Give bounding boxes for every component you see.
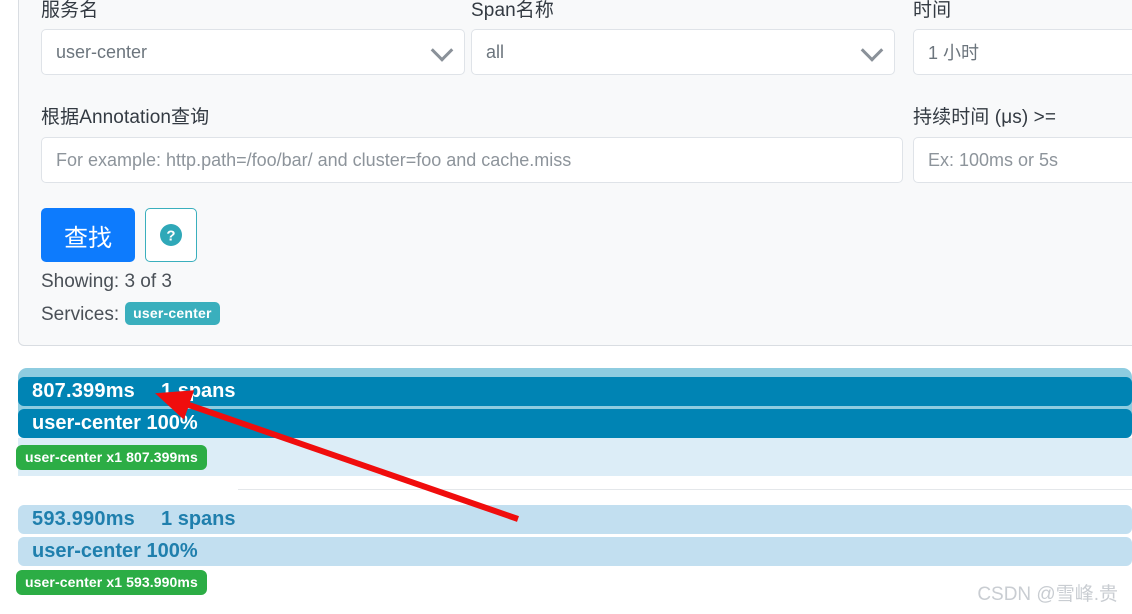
trace-summary-band[interactable]: 593.990ms 1 spans xyxy=(18,505,1132,534)
trace-duration: 593.990ms xyxy=(32,508,136,530)
results-divider xyxy=(238,489,1132,490)
trace-span-count: 1 spans xyxy=(161,508,236,530)
time-range-label: 时间 xyxy=(913,0,952,21)
trace-duration: 807.399ms xyxy=(32,380,136,402)
min-duration-placeholder: Ex: 100ms or 5s xyxy=(928,149,1059,170)
span-name-select[interactable]: all xyxy=(471,29,895,75)
trace-service-band[interactable]: user-center 100% xyxy=(18,409,1132,438)
trace-service-band[interactable]: user-center 100% xyxy=(18,537,1132,566)
trace-span-count: 1 spans xyxy=(161,380,236,402)
annotation-query-input[interactable]: For example: http.path=/foo/bar/ and clu… xyxy=(41,137,903,183)
search-button[interactable]: 查找 xyxy=(41,208,135,262)
showing-count: Showing: 3 of 3 xyxy=(41,271,172,292)
svg-text:?: ? xyxy=(166,228,175,245)
watermark: CSDN @雪峰.贵 xyxy=(977,584,1118,605)
service-badge[interactable]: user-center xyxy=(125,302,220,325)
annotation-query-label: 根据Annotation查询 xyxy=(41,107,210,128)
search-panel: 服务名 user-center Span名称 all 时间 1 小时 根据Ann… xyxy=(18,0,1132,346)
span-name-label: Span名称 xyxy=(471,0,554,21)
question-circle-icon: ? xyxy=(160,224,182,246)
chevron-down-icon xyxy=(864,42,880,58)
chevron-down-icon xyxy=(434,42,450,58)
trace-service-percent: user-center 100% xyxy=(32,540,198,562)
service-name-select[interactable]: user-center xyxy=(41,29,465,75)
zipkin-trace-search-page: 服务名 user-center Span名称 all 时间 1 小时 根据Ann… xyxy=(0,0,1132,614)
span-name-value: all xyxy=(486,41,505,62)
min-duration-label: 持续时间 (μs) >= xyxy=(913,107,1057,128)
service-name-value: user-center xyxy=(56,41,148,62)
trace-service-percent: user-center 100% xyxy=(32,412,198,434)
services-line: Services: user-center xyxy=(41,302,220,326)
time-range-select[interactable]: 1 小时 xyxy=(913,29,1132,75)
service-name-label: 服务名 xyxy=(41,0,99,21)
help-button[interactable]: ? xyxy=(145,208,197,262)
time-range-value: 1 小时 xyxy=(928,43,980,63)
annotation-query-placeholder: For example: http.path=/foo/bar/ and clu… xyxy=(56,149,572,170)
services-label: Services: xyxy=(41,304,120,325)
span-badge[interactable]: user-center x1 593.990ms xyxy=(16,570,207,595)
min-duration-input[interactable]: Ex: 100ms or 5s xyxy=(913,137,1132,183)
span-badge[interactable]: user-center x1 807.399ms xyxy=(16,445,207,470)
trace-summary-band[interactable]: 807.399ms 1 spans xyxy=(18,377,1132,406)
search-form: 服务名 user-center Span名称 all 时间 1 小时 根据Ann… xyxy=(19,0,1132,345)
